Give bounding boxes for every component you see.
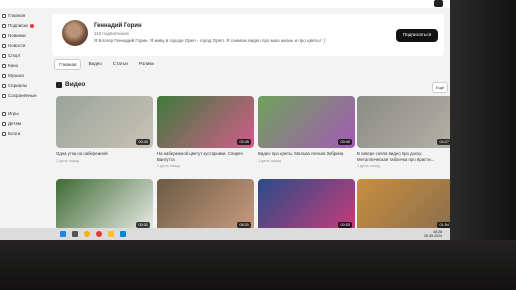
sidebar-item-label: Новости [8, 43, 26, 48]
video-card[interactable]: 08:31 [157, 179, 254, 231]
video-age: 1 день назад [357, 164, 380, 168]
video-card[interactable]: 01:54 [357, 179, 450, 231]
sidebar-item-saved[interactable]: Сохранённые [2, 92, 37, 99]
movie-icon [2, 63, 6, 68]
video-card[interactable]: 04:27 В сквере сняли видео про доску. Мет… [357, 96, 450, 168]
video-age: 1 день назад [258, 158, 281, 163]
folder-icon[interactable] [108, 231, 114, 237]
video-title[interactable]: На набережной цветут кустарники. Спирея … [157, 151, 252, 162]
video-thumbnail[interactable]: 04:27 [357, 96, 450, 148]
windows-start-icon[interactable] [60, 231, 66, 237]
sidebar-item-kids[interactable]: Детям [2, 120, 21, 127]
video-title[interactable]: Видео про цветы. Мальва лесная Зебрина [258, 151, 353, 157]
sidebar-item-label: Спорт [8, 53, 21, 58]
sidebar-item-sport[interactable]: Спорт [2, 52, 21, 59]
tab-videos[interactable]: Видео [84, 59, 105, 68]
video-thumbnail[interactable]: 00:45 [157, 96, 254, 148]
news-icon [2, 43, 6, 48]
music-icon [2, 73, 6, 78]
games-icon [2, 111, 6, 116]
channel-description: Я Блогер Геннадий Горин. Я живу в городе… [94, 38, 327, 43]
sidebar-item-blogs[interactable]: Блоги [2, 130, 20, 137]
sidebar-item-label: Блоги [8, 131, 21, 136]
video-duration: 04:27 [437, 139, 450, 145]
sidebar: Главная Подписки Новинки Новости Спорт К… [0, 10, 48, 240]
sidebar-item-news[interactable]: Новости [2, 42, 25, 49]
sport-icon [2, 53, 6, 58]
sidebar-item-movies[interactable]: Кино [2, 62, 18, 69]
tab-clips[interactable]: Ролики [135, 59, 158, 68]
tab-articles[interactable]: Статьи [109, 59, 132, 68]
sidebar-item-label: Детям [8, 121, 21, 126]
channel-header: Геннадий Горин 115 подписчиков Я Блогер … [52, 14, 444, 56]
video-card[interactable]: 00:45 На набережной цветут кустарники. Сп… [157, 96, 254, 168]
sidebar-item-label: Музыка [8, 73, 24, 78]
video-card[interactable]: 00:40 Одна утка на набережной 1 день назад [56, 96, 153, 163]
browser-screen: Главная Подписки Новинки Новости Спорт К… [0, 0, 450, 240]
clock-date: 26.05.2024 [424, 234, 442, 238]
video-thumbnail[interactable]: 08:31 [157, 179, 254, 231]
sidebar-item-series[interactable]: Сериалы [2, 82, 27, 89]
video-age: 1 день назад [56, 158, 79, 163]
sidebar-item-label: Подписки [8, 23, 28, 28]
video-duration: 00:45 [237, 139, 251, 145]
sidebar-item-games[interactable]: Игры [2, 110, 19, 117]
video-duration: 00:40 [136, 139, 150, 145]
opera-icon[interactable] [96, 231, 102, 237]
browser-icon[interactable] [84, 231, 90, 237]
monitor-bezel-bottom [0, 240, 516, 290]
video-age: 1 день назад [157, 164, 180, 168]
taskbar-clock[interactable]: 18:28 26.05.2024 [424, 230, 442, 238]
kids-icon [2, 121, 6, 126]
tab-home[interactable]: Главная [54, 59, 82, 70]
home-icon [2, 13, 6, 18]
video-title[interactable]: В сквере сняли видео про доску. Металлич… [357, 151, 450, 162]
section-title-label: Видео [65, 81, 86, 88]
video-thumbnail[interactable]: 01:54 [357, 179, 450, 231]
subscriptions-icon [2, 23, 6, 28]
taskbar: 18:28 26.05.2024 [0, 228, 450, 240]
video-title[interactable]: Одна утка на набережной [56, 151, 151, 157]
channel-name[interactable]: Геннадий Горин [94, 23, 142, 29]
sidebar-item-subscriptions[interactable]: Подписки [2, 22, 34, 29]
sidebar-item-label: Сериалы [8, 83, 28, 88]
sidebar-item-new[interactable]: Новинки [2, 32, 26, 39]
top-bar [0, 0, 450, 8]
subscriber-count: 115 подписчиков [94, 31, 129, 36]
video-icon [56, 81, 62, 88]
sidebar-item-label: Новинки [8, 33, 26, 38]
subscribe-button[interactable]: Подписаться [396, 29, 438, 42]
sidebar-item-home[interactable]: Главная [2, 12, 25, 19]
notifications-icon[interactable] [434, 0, 443, 7]
video-card[interactable]: 00:53 [258, 179, 355, 231]
video-thumbnail[interactable]: 00:53 [258, 179, 355, 231]
avatar[interactable] [62, 20, 88, 46]
video-thumbnail[interactable]: 00:31 [56, 179, 153, 231]
more-button[interactable]: Ещё [432, 82, 448, 93]
video-card[interactable]: 00:31 [56, 179, 153, 231]
sidebar-item-label: Кино [8, 63, 19, 68]
videos-section-title[interactable]: Видео [56, 81, 85, 88]
store-icon[interactable] [120, 231, 126, 237]
notification-badge [29, 23, 34, 28]
video-duration: 00:40 [338, 139, 352, 145]
blogs-icon [2, 131, 6, 136]
series-icon [2, 83, 6, 88]
search-icon[interactable] [72, 231, 78, 237]
video-card[interactable]: 00:40 Видео про цветы. Мальва лесная Зебр… [258, 96, 355, 163]
channel-tabs: Главная Видео Статьи Ролики [54, 59, 161, 70]
sidebar-item-music[interactable]: Музыка [2, 72, 24, 79]
sidebar-item-label: Игры [8, 111, 19, 116]
video-thumbnail[interactable]: 00:40 [258, 96, 355, 148]
sidebar-item-label: Главная [8, 13, 26, 18]
video-thumbnail[interactable]: 00:40 [56, 96, 153, 148]
bookmark-icon [2, 93, 6, 98]
new-icon [2, 33, 6, 38]
sidebar-item-label: Сохранённые [8, 93, 37, 98]
